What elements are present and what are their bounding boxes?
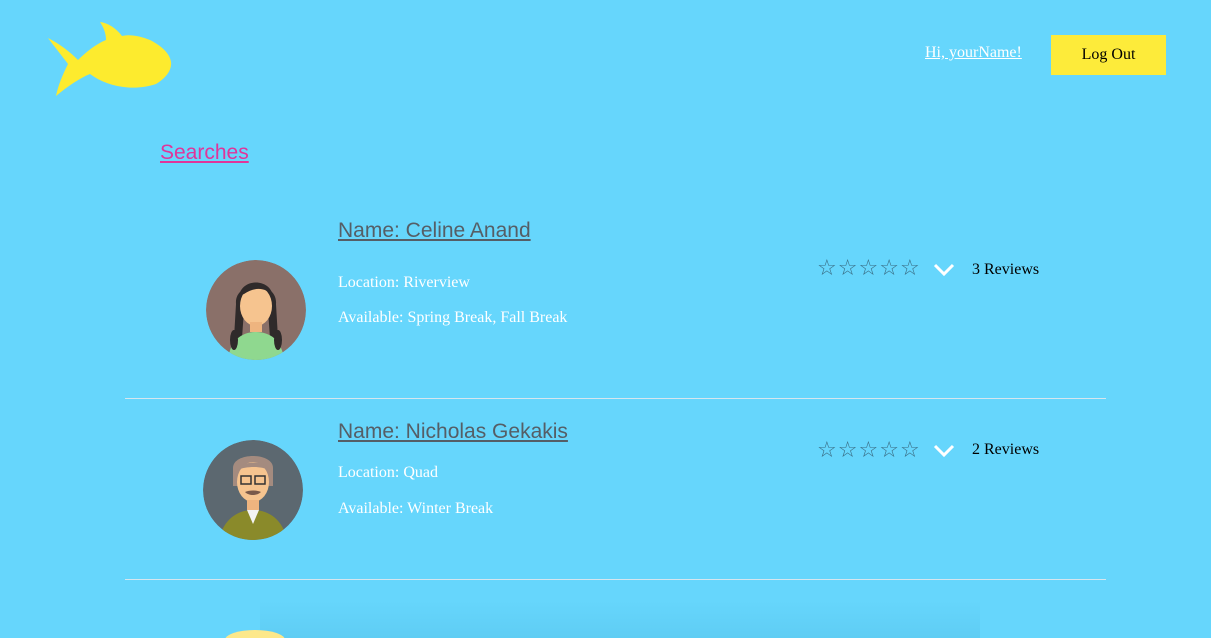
chevron-down-icon[interactable] (933, 263, 955, 277)
result-card: Name: Nicholas Gekakis Location: Quad Av… (125, 400, 1106, 580)
star-icon[interactable]: ☆ (817, 258, 837, 280)
male-avatar (203, 440, 303, 540)
star-icon[interactable]: ☆ (879, 440, 899, 462)
star-icon[interactable]: ☆ (879, 258, 899, 280)
star-icon[interactable]: ☆ (858, 258, 878, 280)
star-rating[interactable]: ☆ ☆ ☆ ☆ ☆ (817, 258, 920, 280)
star-rating[interactable]: ☆ ☆ ☆ ☆ ☆ (817, 440, 920, 462)
star-icon[interactable]: ☆ (900, 258, 920, 280)
result-location: Location: Quad (338, 464, 438, 481)
review-count: 3 Reviews (972, 261, 1040, 278)
star-icon[interactable]: ☆ (817, 440, 837, 462)
female-avatar (206, 260, 306, 360)
divider (125, 398, 1106, 399)
divider (125, 579, 1106, 580)
result-location: Location: Riverview (338, 274, 470, 291)
page: Hi, yourName! Log Out Searches Name: Cel… (0, 0, 1211, 638)
star-icon[interactable]: ☆ (858, 440, 878, 462)
star-icon[interactable]: ☆ (900, 440, 920, 462)
fish-logo-icon[interactable] (44, 20, 174, 100)
result-name-link[interactable]: Name: Nicholas Gekakis (338, 420, 568, 444)
chevron-down-icon[interactable] (933, 444, 955, 458)
result-name-link[interactable]: Name: Celine Anand (338, 219, 531, 243)
star-icon[interactable]: ☆ (838, 440, 858, 462)
result-card: Name: Celine Anand Location: Riverview A… (125, 219, 1106, 399)
next-card-shadow (260, 600, 980, 638)
star-icon[interactable]: ☆ (838, 258, 858, 280)
searches-link[interactable]: Searches (160, 141, 249, 165)
user-greeting-link[interactable]: Hi, yourName! (925, 44, 1022, 62)
result-availability: Available: Winter Break (338, 500, 494, 517)
result-availability: Available: Spring Break, Fall Break (338, 309, 568, 326)
logout-button[interactable]: Log Out (1051, 35, 1166, 75)
review-count: 2 Reviews (972, 441, 1040, 458)
